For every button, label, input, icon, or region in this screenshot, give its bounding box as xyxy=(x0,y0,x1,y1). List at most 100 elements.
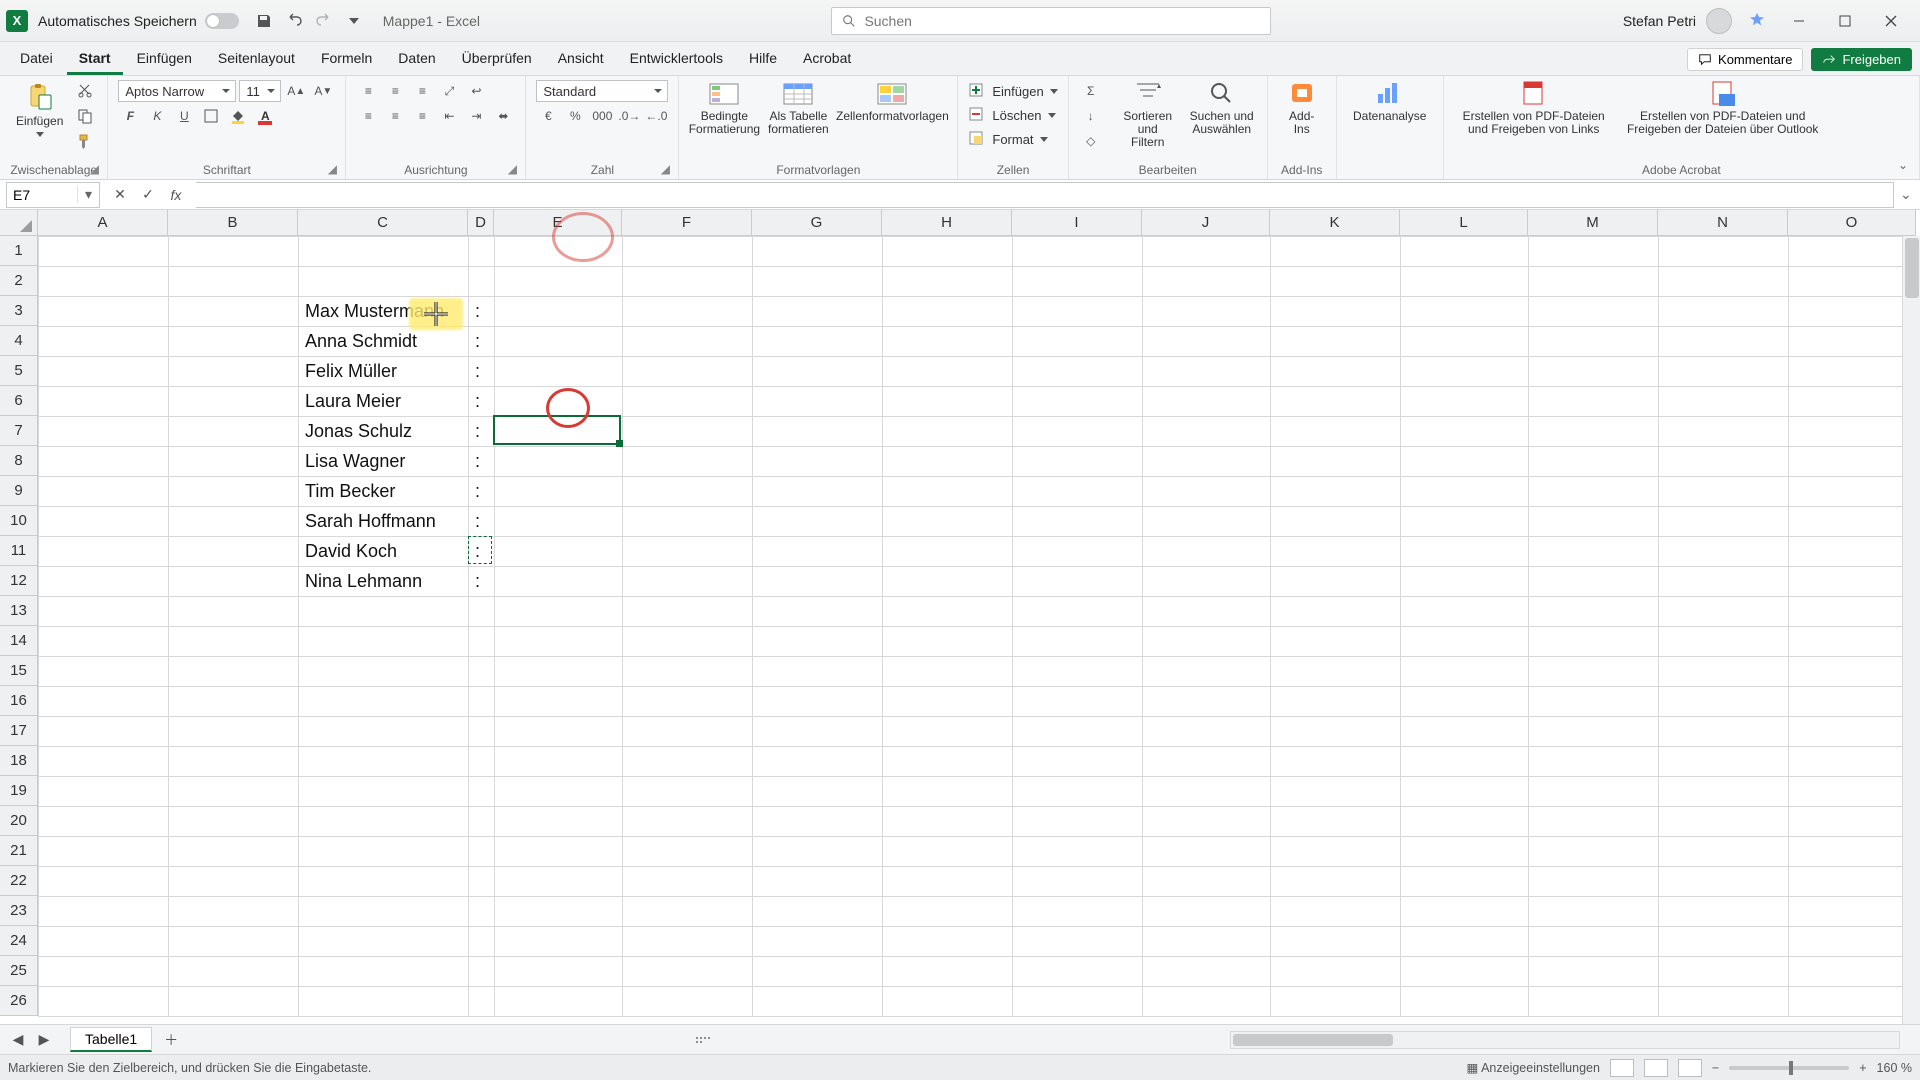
ribbon-tab-start[interactable]: Start xyxy=(67,43,123,75)
cell[interactable] xyxy=(623,777,753,807)
scrollbar-thumb[interactable] xyxy=(1233,1034,1393,1046)
cell[interactable] xyxy=(623,237,753,267)
cell[interactable] xyxy=(883,417,1013,447)
expand-formula-bar[interactable]: ⌄ xyxy=(1900,186,1920,203)
cell[interactable] xyxy=(299,777,469,807)
cell[interactable] xyxy=(1271,777,1401,807)
cell[interactable]: : xyxy=(469,327,495,357)
cell[interactable] xyxy=(883,447,1013,477)
cell[interactable] xyxy=(1401,507,1529,537)
cell[interactable] xyxy=(1271,327,1401,357)
column-header[interactable]: O xyxy=(1788,210,1916,236)
cell[interactable] xyxy=(753,447,883,477)
cell[interactable]: David Koch xyxy=(299,537,469,567)
cell[interactable] xyxy=(1401,417,1529,447)
row-header[interactable]: 13 xyxy=(0,596,38,626)
cell[interactable] xyxy=(1789,867,1917,897)
cell[interactable] xyxy=(495,447,623,477)
cell[interactable] xyxy=(883,897,1013,927)
column-header[interactable]: C xyxy=(298,210,468,236)
cell[interactable] xyxy=(1143,867,1271,897)
cell[interactable] xyxy=(1271,837,1401,867)
cell[interactable] xyxy=(469,597,495,627)
font-size-combo[interactable]: 11 xyxy=(239,80,281,102)
cell[interactable] xyxy=(1143,327,1271,357)
column-header[interactable]: L xyxy=(1400,210,1528,236)
cell[interactable] xyxy=(883,567,1013,597)
cell[interactable] xyxy=(1401,687,1529,717)
cell[interactable] xyxy=(39,717,169,747)
row-header[interactable]: 1 xyxy=(0,236,38,266)
cell[interactable] xyxy=(1659,297,1789,327)
cell[interactable] xyxy=(495,357,623,387)
name-box-dropdown[interactable]: ▾ xyxy=(77,186,99,203)
cell[interactable] xyxy=(1659,387,1789,417)
cell[interactable] xyxy=(883,597,1013,627)
cells-area[interactable]: Max Mustermann:Anna Schmidt:Felix Müller… xyxy=(38,236,1917,1017)
normal-view-button[interactable] xyxy=(1610,1059,1634,1077)
cell[interactable] xyxy=(1529,477,1659,507)
column-header[interactable]: G xyxy=(752,210,882,236)
cell[interactable] xyxy=(1529,297,1659,327)
cell[interactable] xyxy=(1271,867,1401,897)
cell[interactable] xyxy=(1659,627,1789,657)
cell[interactable]: : xyxy=(469,537,495,567)
cell[interactable] xyxy=(1659,987,1789,1017)
cell[interactable] xyxy=(753,867,883,897)
cell[interactable] xyxy=(495,297,623,327)
cell[interactable] xyxy=(623,687,753,717)
cell[interactable] xyxy=(1143,567,1271,597)
fill-button[interactable]: ↓ xyxy=(1079,105,1103,127)
cell[interactable] xyxy=(623,537,753,567)
cell[interactable] xyxy=(753,357,883,387)
cell[interactable] xyxy=(39,927,169,957)
cell[interactable] xyxy=(883,357,1013,387)
row-header[interactable]: 3 xyxy=(0,296,38,326)
cell[interactable] xyxy=(169,327,299,357)
dialog-launcher-icon[interactable]: ◢ xyxy=(87,162,101,176)
cell[interactable] xyxy=(469,777,495,807)
cell[interactable] xyxy=(1143,837,1271,867)
cell[interactable] xyxy=(623,567,753,597)
cell[interactable] xyxy=(1401,897,1529,927)
cell[interactable] xyxy=(495,657,623,687)
cell[interactable] xyxy=(39,777,169,807)
cell[interactable] xyxy=(753,837,883,867)
cell[interactable] xyxy=(1271,597,1401,627)
cell[interactable] xyxy=(169,927,299,957)
name-box-input[interactable] xyxy=(7,187,77,203)
cell[interactable] xyxy=(623,897,753,927)
cell[interactable] xyxy=(39,657,169,687)
comma-format-button[interactable]: 000 xyxy=(590,105,614,127)
cell[interactable] xyxy=(1143,477,1271,507)
cell[interactable] xyxy=(753,537,883,567)
cell[interactable] xyxy=(753,657,883,687)
cell[interactable] xyxy=(1529,867,1659,897)
cell[interactable] xyxy=(469,237,495,267)
cell[interactable] xyxy=(1013,837,1143,867)
cell[interactable] xyxy=(1271,387,1401,417)
cell[interactable] xyxy=(1659,777,1789,807)
cell[interactable] xyxy=(1789,747,1917,777)
cell[interactable] xyxy=(753,897,883,927)
cell[interactable] xyxy=(1789,387,1917,417)
dialog-launcher-icon[interactable]: ◢ xyxy=(325,162,339,176)
ribbon-tab-daten[interactable]: Daten xyxy=(386,43,447,75)
cell[interactable] xyxy=(623,717,753,747)
autosum-button[interactable]: Σ xyxy=(1079,80,1103,102)
cell[interactable] xyxy=(1401,807,1529,837)
cell[interactable] xyxy=(883,267,1013,297)
font-color-button[interactable]: A xyxy=(253,105,277,127)
cell[interactable] xyxy=(495,327,623,357)
cell[interactable] xyxy=(1013,777,1143,807)
cell[interactable]: : xyxy=(469,567,495,597)
row-header[interactable]: 20 xyxy=(0,806,38,836)
cell[interactable] xyxy=(623,867,753,897)
cell[interactable] xyxy=(495,237,623,267)
cell[interactable] xyxy=(1659,267,1789,297)
sheet-split-handle[interactable] xyxy=(696,1028,712,1052)
cell[interactable] xyxy=(1529,837,1659,867)
cell[interactable] xyxy=(169,387,299,417)
acrobat-pdf-outlook-button[interactable]: Erstellen von PDF-Dateien und Freigeben … xyxy=(1618,80,1828,136)
cell[interactable]: Lisa Wagner xyxy=(299,447,469,477)
